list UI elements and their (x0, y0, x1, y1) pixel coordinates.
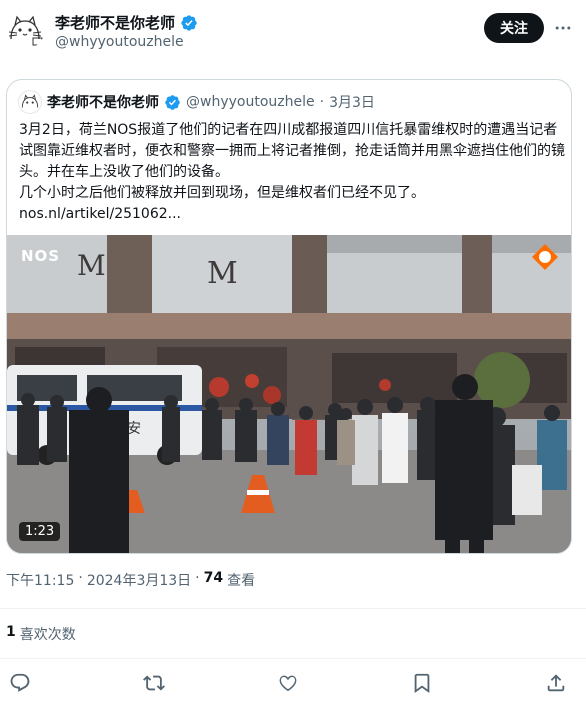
likes-count: 1 (6, 624, 16, 640)
van-text: 安 (127, 421, 141, 437)
divider (0, 658, 586, 659)
quoted-tweet[interactable]: 李老师不是你老师 @whyyoutouzhele · 3月3日 3月2日，荷兰N… (6, 79, 572, 554)
follow-button[interactable]: 关注 (484, 13, 544, 43)
verified-badge-icon (181, 14, 197, 31)
cat-avatar-icon (21, 94, 39, 108)
video-duration: 1:23 (19, 522, 61, 541)
npo-logo-icon (531, 243, 559, 271)
quoted-text-paragraph-2: 几个小时之后他们被释放并回到现场，但是维权者们已经不见了。 (19, 185, 425, 201)
share-icon[interactable] (545, 672, 569, 696)
like-icon[interactable] (277, 672, 301, 696)
quoted-avatar (18, 90, 42, 114)
quoted-author-name: 李老师不是你老师 (47, 95, 159, 111)
sign-letter-2: M (207, 256, 238, 291)
views-count: 74 (203, 570, 224, 586)
author-name-row[interactable]: 李老师不是你老师 (55, 12, 198, 33)
quoted-header: 李老师不是你老师 @whyyoutouzhele · 3月3日 (18, 90, 375, 114)
likes-label: 喜欢次数 (19, 627, 76, 643)
quoted-text-paragraph-1: 3月2日，荷兰NOS报道了他们的记者在四川成都报道四川信托暴雷维权时的遭遇当记者… (19, 122, 565, 180)
likes-stat[interactable]: 1 喜欢次数 (6, 624, 76, 644)
author-avatar[interactable] (5, 9, 45, 49)
author-name[interactable]: 李老师不是你老师 (55, 12, 175, 33)
reply-icon[interactable] (9, 672, 33, 696)
quoted-author-handle: @whyyoutouzhele (186, 94, 315, 110)
divider (0, 608, 586, 609)
retweet-icon[interactable] (143, 672, 167, 696)
tweet-time[interactable]: 下午11:15 (6, 570, 74, 590)
quoted-separator: · (319, 94, 325, 110)
video-frame: M M 安 (7, 235, 571, 553)
verified-badge-icon (165, 94, 180, 110)
cat-avatar-icon (5, 9, 45, 49)
author-handle[interactable]: @whyyoutouzhele (55, 34, 184, 50)
meta-separator-1: · (78, 570, 83, 586)
quoted-date: 3月3日 (329, 95, 375, 111)
tweet-date[interactable]: 2024年3月13日 (87, 570, 191, 590)
quoted-text: 3月2日，荷兰NOS报道了他们的记者在四川成都报道四川信托暴雷维权时的遭遇当记者… (19, 120, 565, 225)
video-player[interactable]: M M 安 NOS 1:23 (7, 235, 571, 553)
tweet-meta: 下午11:15 · 2024年3月13日 · 74 查看 (6, 570, 255, 590)
action-bar (0, 664, 586, 704)
sign-letter-1: M (77, 249, 106, 282)
quoted-link[interactable]: nos.nl/artikel/251062... (19, 204, 565, 225)
views-label: 查看 (227, 573, 256, 589)
more-icon[interactable] (551, 16, 575, 40)
nos-logo: NOS (21, 247, 61, 265)
bookmark-icon[interactable] (411, 672, 435, 696)
meta-separator-2: · (195, 570, 200, 586)
tweet-header: 李老师不是你老师 @whyyoutouzhele 关注 (0, 0, 586, 62)
